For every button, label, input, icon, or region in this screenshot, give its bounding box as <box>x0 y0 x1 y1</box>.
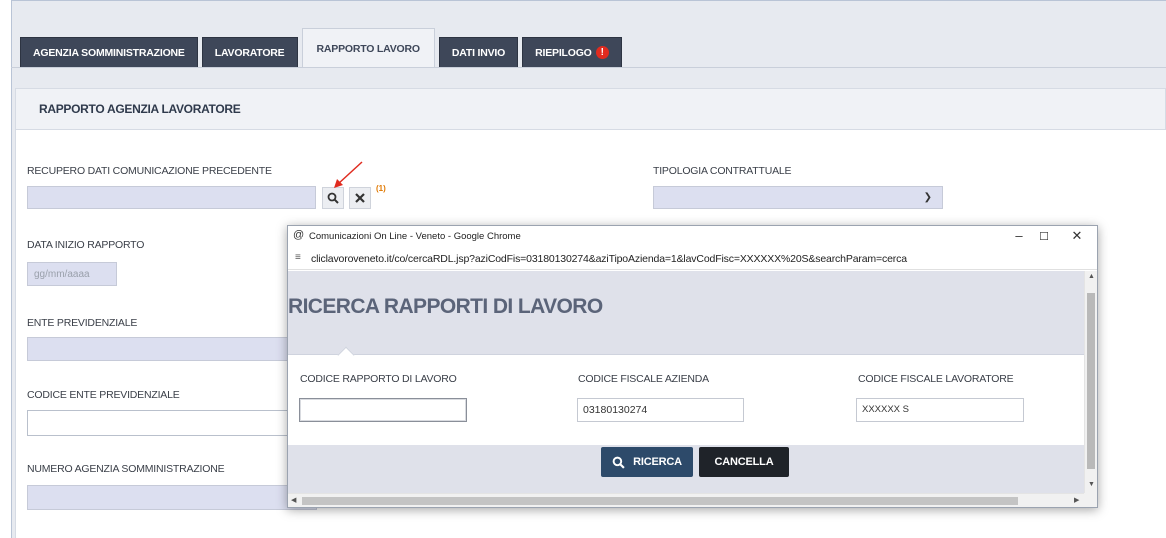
popup-window: @ Comunicazioni On Line - Veneto - Googl… <box>287 225 1098 508</box>
codice-rapporto-label: CODICE RAPPORTO DI LAVORO <box>300 373 457 385</box>
ricerca-label: RICERCA <box>633 456 682 468</box>
tab-rapporto-lavoro[interactable]: RAPPORTO LAVORO <box>301 28 435 68</box>
scroll-thumb[interactable] <box>1087 293 1095 469</box>
site-settings-icon[interactable]: ≡ <box>295 252 301 263</box>
close-window-icon[interactable]: ✕ <box>1069 228 1085 244</box>
clear-button[interactable] <box>349 187 371 209</box>
tab-agenzia-somministrazione[interactable]: AGENZIA SOMMINISTRAZIONE <box>20 37 198 68</box>
search-panel: CODICE RAPPORTO DI LAVORO CODICE FISCALE… <box>288 355 1084 445</box>
tab-lavoratore[interactable]: LAVORATORE <box>201 37 298 68</box>
data-inizio-label: DATA INIZIO RAPPORTO <box>27 239 145 251</box>
close-icon <box>355 193 365 203</box>
tab-label: DATI INVIO <box>451 46 506 59</box>
minimize-icon[interactable]: – <box>1011 228 1027 243</box>
scroll-corner <box>1084 493 1097 507</box>
tab-bar: AGENZIA SOMMINISTRAZIONE LAVORATORE RAPP… <box>20 28 622 68</box>
codice-azienda-input[interactable]: 03180130274 <box>577 398 744 422</box>
ente-label: ENTE PREVIDENZIALE <box>27 317 138 329</box>
section-header: RAPPORTO AGENZIA LAVORATORE <box>15 88 1166 130</box>
ricerca-button[interactable]: RICERCA <box>601 447 693 477</box>
tab-riepilogo[interactable]: RIEPILOGO! <box>522 37 622 68</box>
date-placeholder: gg/mm/aaaa <box>34 269 90 280</box>
cancella-button[interactable]: CANCELLA <box>699 447 789 477</box>
numero-agenzia-label: NUMERO AGENZIA SOMMINISTRAZIONE <box>27 463 225 475</box>
tipologia-label: TIPOLOGIA CONTRATTUALE <box>653 165 792 177</box>
scroll-up-icon[interactable]: ▲ <box>1088 273 1095 280</box>
codice-ente-label: CODICE ENTE PREVIDENZIALE <box>27 389 180 401</box>
tab-divider <box>11 67 1166 68</box>
codice-rapporto-input[interactable] <box>299 398 467 422</box>
numero-agenzia-input[interactable] <box>27 485 317 510</box>
scroll-down-icon[interactable]: ▼ <box>1088 481 1095 488</box>
scroll-right-icon[interactable]: ▶ <box>1074 496 1079 504</box>
tab-dati-invio[interactable]: DATI INVIO <box>438 37 519 68</box>
codice-lavoratore-label: CODICE FISCALE LAVORATORE <box>858 373 1014 385</box>
data-inizio-input[interactable]: gg/mm/aaaa <box>27 262 117 286</box>
codice-ente-input[interactable] <box>27 410 289 436</box>
horizontal-scrollbar[interactable]: ◀ ▶ <box>288 493 1084 507</box>
at-sign-icon: @ <box>293 229 305 241</box>
ente-input[interactable] <box>27 337 289 361</box>
tab-label: LAVORATORE <box>214 46 285 59</box>
vertical-scrollbar[interactable]: ▲ ▼ <box>1084 271 1097 493</box>
cancella-label: CANCELLA <box>714 456 774 468</box>
page: AGENZIA SOMMINISTRAZIONE LAVORATORE RAPP… <box>0 0 1166 538</box>
codice-azienda-label: CODICE FISCALE AZIENDA <box>578 373 709 385</box>
maximize-icon[interactable]: ☐ <box>1036 230 1052 243</box>
warning-icon: ! <box>595 46 609 59</box>
search-icon <box>327 192 339 204</box>
recupero-input[interactable] <box>27 186 316 209</box>
search-button[interactable] <box>322 187 344 209</box>
window-title: Comunicazioni On Line - Veneto - Google … <box>309 231 521 242</box>
codice-lavoratore-input[interactable]: XXXXXX S <box>856 398 1024 422</box>
tab-label: RIEPILOGO <box>535 46 592 59</box>
url-text: cliclavoroveneto.it/co/cercaRDL.jsp?aziC… <box>311 253 907 265</box>
address-bar[interactable]: ≡ cliclavoroveneto.it/co/cercaRDL.jsp?az… <box>288 248 1097 270</box>
tab-label: AGENZIA SOMMINISTRAZIONE <box>33 46 185 59</box>
scroll-left-icon[interactable]: ◀ <box>291 496 296 504</box>
tipologia-select[interactable]: ❯ <box>653 186 943 209</box>
search-icon <box>612 456 625 469</box>
chevron-down-icon: ❯ <box>923 192 932 203</box>
scroll-thumb[interactable] <box>302 497 1018 505</box>
recupero-label: RECUPERO DATI COMUNICAZIONE PRECEDENTE <box>27 165 272 177</box>
popup-title: RICERCA RAPPORTI DI LAVORO <box>288 295 603 318</box>
tab-label: RAPPORTO LAVORO <box>316 42 421 55</box>
section-title: RAPPORTO AGENZIA LAVORATORE <box>39 102 241 116</box>
footnote-marker: (1) <box>376 184 386 193</box>
annotation-arrow-icon <box>334 161 363 188</box>
window-titlebar: @ Comunicazioni On Line - Veneto - Googl… <box>288 226 1097 248</box>
popup-viewport: RICERCA RAPPORTI DI LAVORO CODICE RAPPOR… <box>288 271 1084 493</box>
